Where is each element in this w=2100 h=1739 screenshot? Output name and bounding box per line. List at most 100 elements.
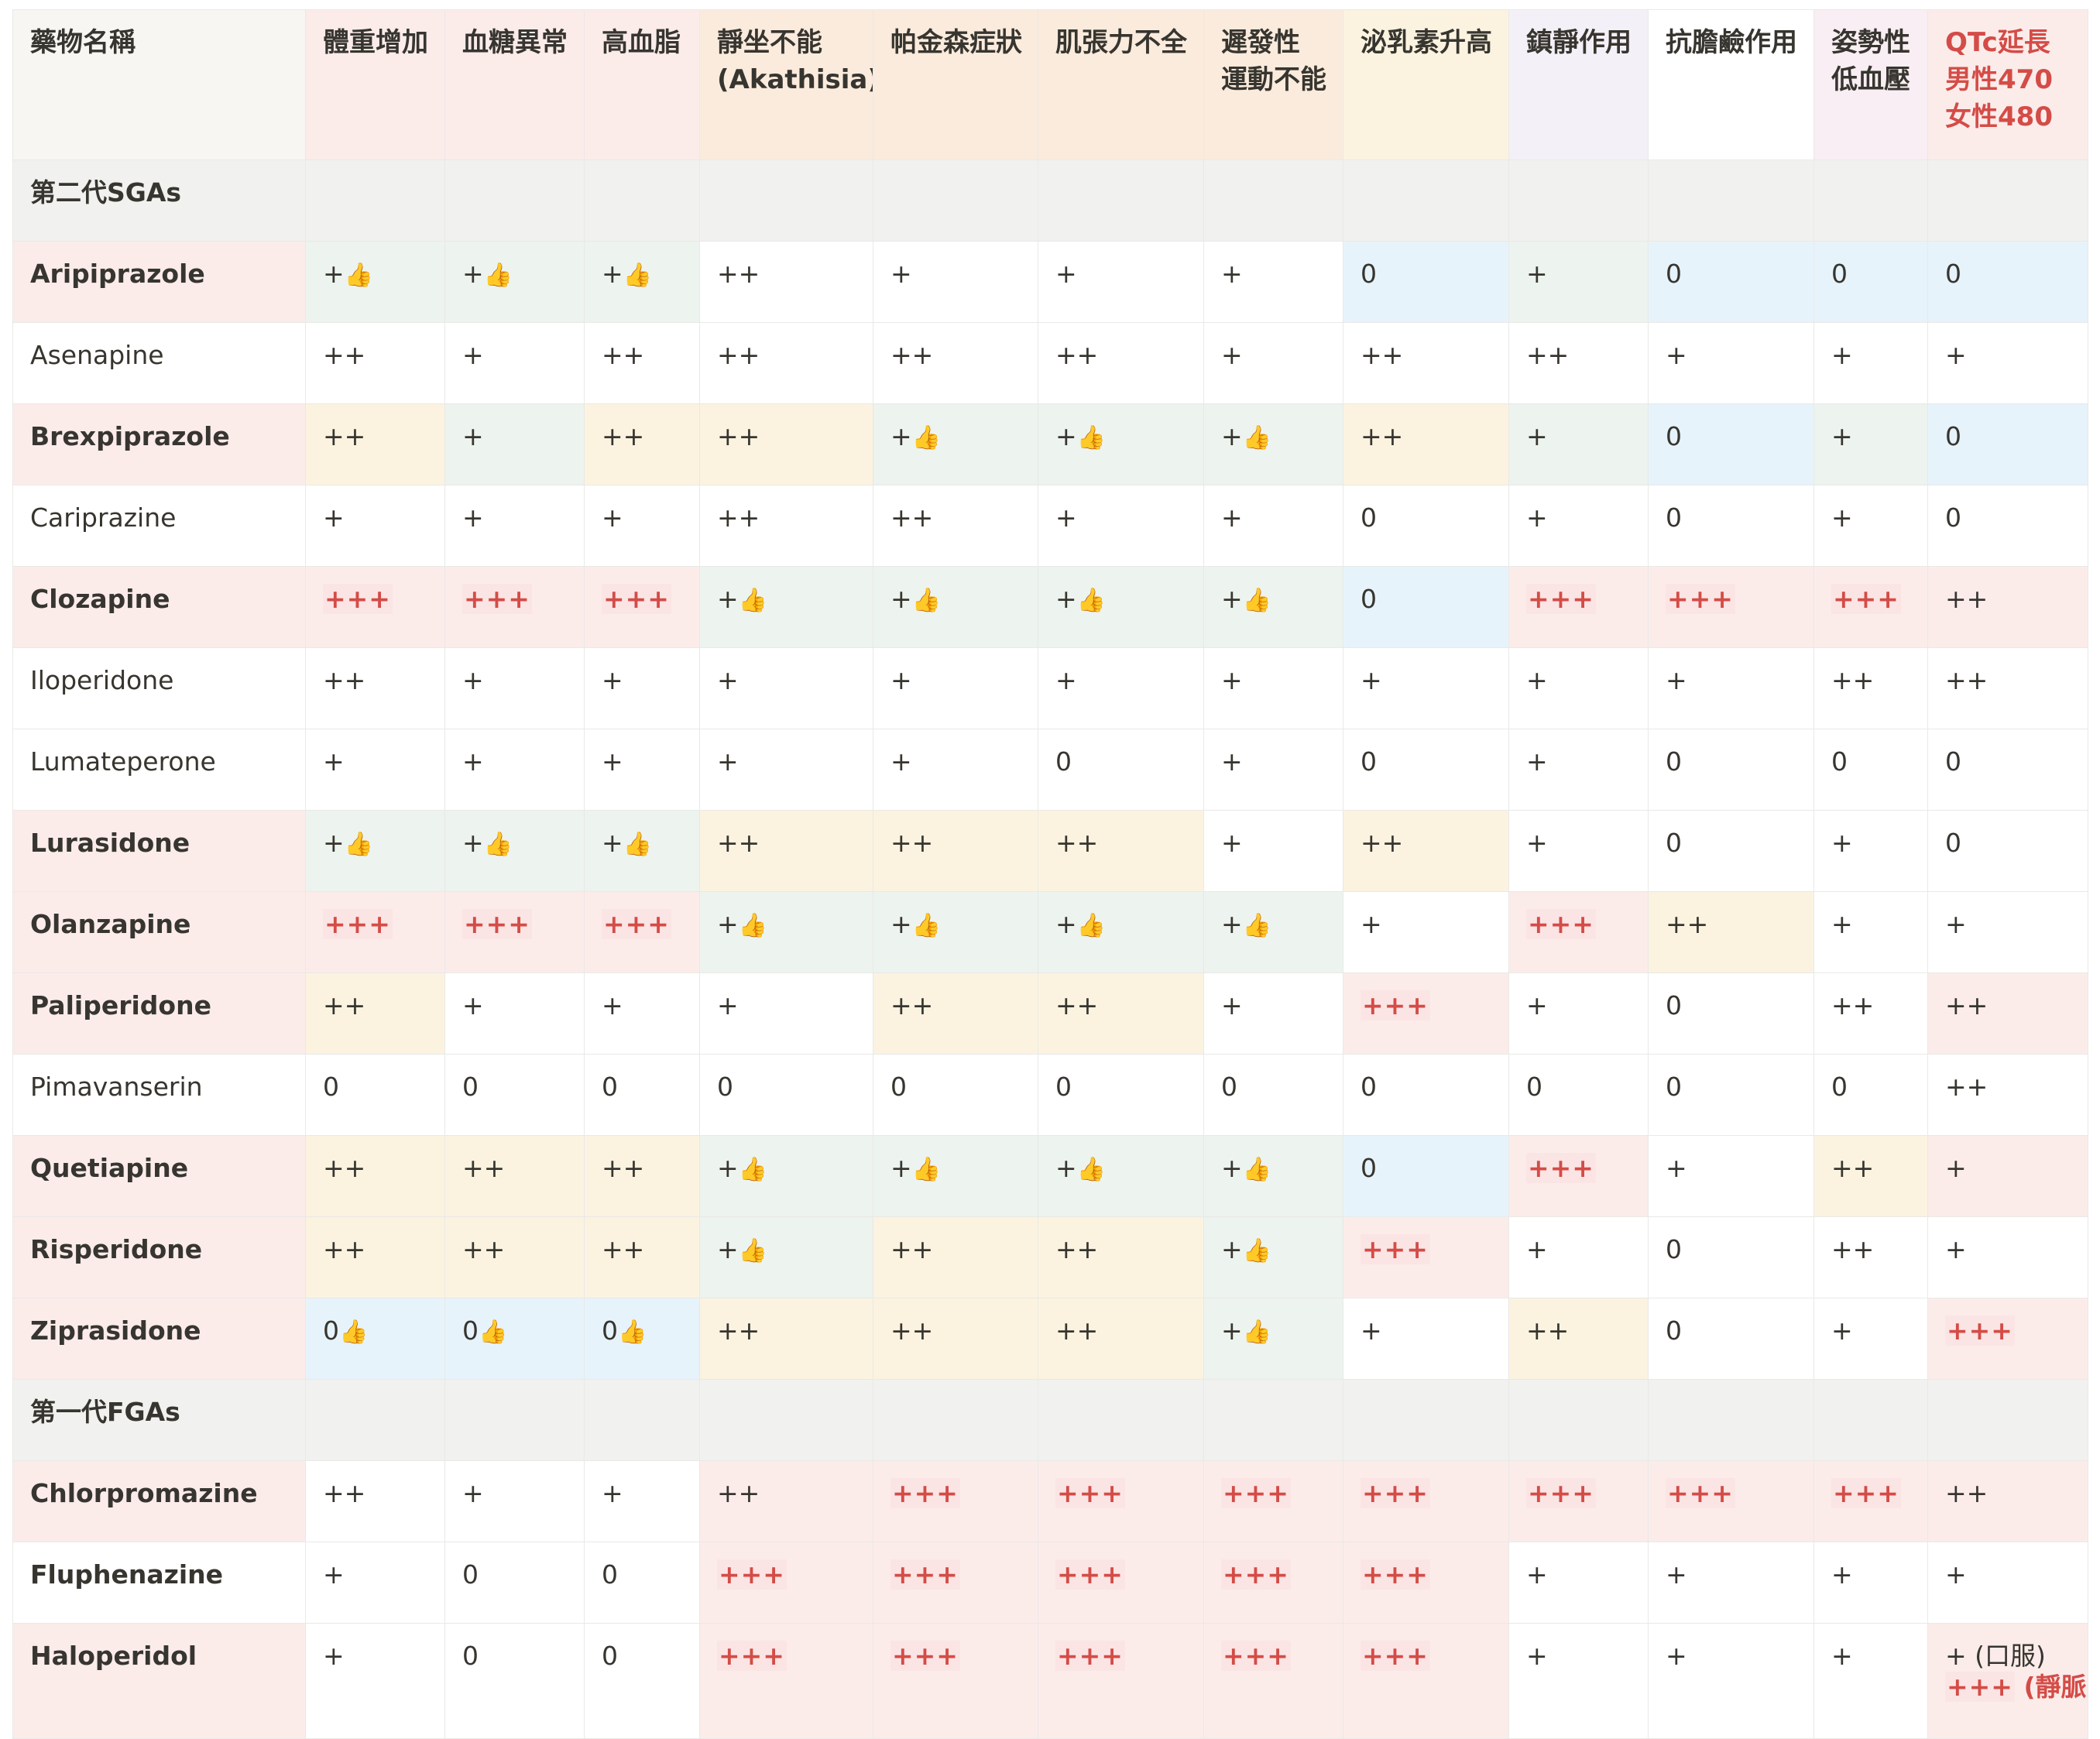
section-cell [1508, 159, 1649, 242]
rating-value: 0 [1361, 584, 1377, 614]
rating-cell: + [1038, 241, 1204, 323]
column-header-label: (Akathisia) [717, 64, 873, 95]
rating-cell: 0 [1648, 1298, 1814, 1380]
rating-cell: ++ [1813, 1135, 1928, 1217]
severe-rating: +++ [890, 1641, 960, 1671]
rating-value: ++ [717, 1478, 760, 1508]
section-cell [1203, 1379, 1343, 1461]
rating-value: ++ [602, 1153, 645, 1183]
rating-value: +👍 [602, 259, 699, 291]
rating-cell: ++ [873, 972, 1038, 1055]
rating-cell: +++ [1813, 566, 1928, 648]
rating-value: +👍 [323, 259, 444, 291]
rating-cell: + [873, 241, 1038, 323]
rating-cell: + [1813, 1542, 1928, 1624]
section-cell [305, 159, 445, 242]
table-row: Cariprazine + + + ++ ++ + +0 +0 +0 [12, 485, 2088, 567]
rating-cell: ++ [873, 485, 1038, 567]
rating-value: +👍 [717, 1153, 873, 1185]
rating-cell: + [444, 972, 585, 1055]
rating-cell: ++ [873, 1298, 1038, 1380]
rating-cell: 0 [584, 1054, 700, 1136]
rating-cell: ++ [1038, 810, 1204, 892]
rating-cell: ++ [305, 1460, 445, 1542]
rating-cell: + [1813, 1298, 1928, 1380]
rating-value: + [1361, 665, 1382, 695]
rating-cell: 0 [1343, 729, 1509, 811]
rating-cell: ++ [584, 1135, 700, 1217]
rating-cell: 0 [1203, 1054, 1343, 1136]
rating-value: + [1945, 909, 1967, 939]
rating-value: +👍 [462, 828, 584, 860]
rating-value: +++ [1831, 1478, 1927, 1509]
thumbs-up-icon: 👍 [1242, 587, 1272, 614]
rating-value: +👍 [890, 909, 1038, 942]
rating-cell: 0 [1648, 1216, 1814, 1298]
rating-cell: 0 [584, 1542, 700, 1624]
rating-cell: +++ [1648, 566, 1814, 648]
rating-value: + [323, 746, 345, 777]
rating-value: +👍 [717, 584, 873, 616]
rating-cell: +++ [584, 566, 700, 648]
rating-cell: ++ [1813, 647, 1928, 729]
rating-value: +++ [1361, 1234, 1508, 1265]
rating-value: +👍 [1055, 421, 1203, 454]
rating-value: + [890, 259, 912, 289]
rating-cell: 0 [444, 1623, 585, 1739]
rating-value: ++ [323, 421, 366, 451]
section-cell [873, 1379, 1038, 1461]
rating-value: + [1526, 259, 1548, 289]
severe-rating: +++ [1945, 1315, 2015, 1346]
rating-cell: +👍 [699, 1216, 873, 1298]
rating-cell: +👍 [444, 241, 585, 323]
column-header-label: 遲發性 [1221, 27, 1300, 58]
rating-cell: ++ [1927, 1460, 2088, 1542]
rating-cell: 0 [1648, 1054, 1814, 1136]
drug-name-cell: Aripiprazole [12, 241, 306, 323]
rating-cell: +👍 [1038, 403, 1204, 485]
rating-value: + [1945, 1234, 1967, 1264]
rating-value: + [1526, 1234, 1548, 1264]
rating-cell: 0 [1813, 241, 1928, 323]
rating-cell: ++ [699, 810, 873, 892]
drug-name-cell: Lurasidone [12, 810, 306, 892]
rating-value: +👍 [890, 584, 1038, 616]
rating-value: +👍 [890, 421, 1038, 454]
section-cell [444, 159, 585, 242]
rating-value: 0 [1361, 1072, 1377, 1102]
rating-value: +++ [717, 1641, 873, 1672]
rating-cell: ++ [584, 403, 700, 485]
section-cell [1343, 1379, 1509, 1461]
rating-value: 0👍 [462, 1315, 584, 1348]
rating-cell: +++ [1508, 891, 1649, 973]
rating-value: ++ [1831, 1234, 1875, 1264]
rating-value: ++ [890, 340, 934, 370]
section-cell [699, 159, 873, 242]
rating-cell: ++ [1343, 322, 1509, 404]
rating-value: ++ [1055, 990, 1099, 1020]
rating-cell: 0 [444, 1054, 585, 1136]
rating-value: ++ [323, 665, 366, 695]
rating-cell: ++ [699, 322, 873, 404]
table-row: Lumateperone + + + + +0 +0 +0 0 0 [12, 729, 2088, 811]
thumbs-up-icon: 👍 [339, 1319, 369, 1346]
rating-value: ++ [1831, 1153, 1875, 1183]
rating-value: + [1831, 1315, 1853, 1346]
column-header: 靜坐不能 (Akathisia) [699, 9, 873, 160]
section-cell [1927, 159, 2088, 242]
severe-rating: +++ [717, 1559, 787, 1590]
rating-cell: +++ [699, 1542, 873, 1624]
rating-cell: +++ [1343, 1623, 1509, 1739]
rating-cell: + [1813, 1623, 1928, 1739]
rating-value: 0 [1666, 1234, 1682, 1264]
rating-cell: +++ [1038, 1623, 1204, 1739]
rating-cell: ++ [1343, 403, 1509, 485]
thumbs-up-icon: 👍 [911, 424, 942, 451]
rating-cell: 0 [1927, 729, 2088, 811]
antipsychotic-side-effect-table: 藥物名稱 體重增加 血糖異常 高血脂 靜坐不能 (Akathisia) 帕金森症狀 肌張力不全… [12, 9, 2088, 1739]
rating-cell: + [1203, 485, 1343, 567]
thumbs-up-icon: 👍 [344, 262, 374, 289]
rating-cell: +👍 [873, 403, 1038, 485]
rating-value: + [1945, 1559, 1967, 1590]
rating-value: ++ [323, 1478, 366, 1508]
